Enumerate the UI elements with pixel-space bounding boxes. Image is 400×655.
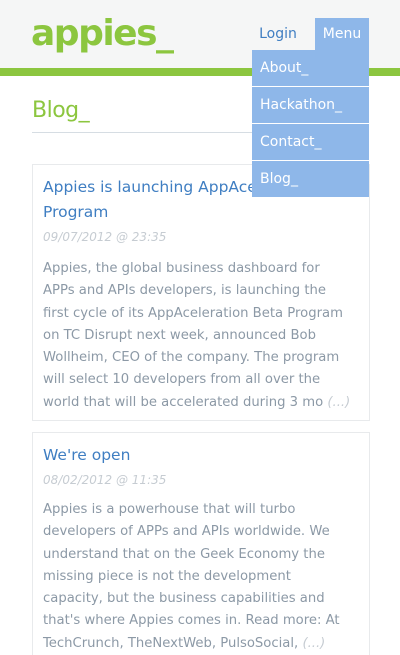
- post-date: 08/02/2012 @ 11:35: [43, 473, 167, 487]
- menu-item-contact[interactable]: Contact_: [252, 124, 369, 160]
- excerpt-line: capacity, but the business capabilities …: [43, 591, 325, 607]
- excerpt-line: Wollheim, CEO of the company. The progra…: [43, 350, 340, 366]
- post-title-link[interactable]: We're open: [43, 443, 369, 467]
- excerpt-text: world that will be accelerated during 3 …: [43, 394, 324, 410]
- excerpt-line: missing piece is not the development: [43, 568, 291, 584]
- menu-item-about[interactable]: About_: [252, 50, 369, 86]
- page-title: Blog_: [32, 98, 90, 123]
- site-logo[interactable]: appies_: [31, 12, 174, 56]
- excerpt-line: that's where Appies comes in. Read more:…: [43, 613, 340, 629]
- blog-post-card: Appies is launching AppAceleration Beta …: [32, 164, 370, 421]
- excerpt-line: developers of APPs and APIs worldwide. W…: [43, 524, 330, 540]
- post-excerpt: Appies is a powerhouse that will turbo d…: [43, 499, 367, 655]
- excerpt-line: first cycle of its AppAceleration Beta P…: [43, 305, 343, 321]
- excerpt-line: TechCrunch, TheNextWeb, PulsoSocial, (..…: [43, 633, 367, 655]
- excerpt-line: Appies is a powerhouse that will turbo: [43, 502, 296, 517]
- excerpt-line: APPs and APIs developers, is launching t…: [43, 283, 327, 299]
- read-more-link[interactable]: (...): [327, 395, 350, 410]
- nav-dropdown-menu: About_ Hackathon_ Contact_ Blog_: [252, 50, 369, 198]
- menu-button[interactable]: Menu: [315, 18, 369, 50]
- post-title-link-cont[interactable]: Program: [43, 200, 369, 224]
- blog-post-card: We're open 08/02/2012 @ 11:35 Appies is …: [32, 432, 370, 655]
- excerpt-text: TechCrunch, TheNextWeb, PulsoSocial,: [43, 635, 299, 651]
- excerpt-line: world that will be accelerated during 3 …: [43, 392, 367, 414]
- menu-item-blog[interactable]: Blog_: [252, 161, 369, 197]
- excerpt-line: Appies, the global business dashboard fo…: [43, 261, 320, 276]
- menu-item-hackathon[interactable]: Hackathon_: [252, 87, 369, 123]
- excerpt-line: understand that on the Geek Economy the: [43, 546, 325, 562]
- excerpt-line: on TC Disrupt next week, announced Bob: [43, 327, 316, 343]
- excerpt-line: will select 10 developers from all over …: [43, 372, 321, 388]
- login-link[interactable]: Login: [252, 18, 304, 50]
- read-more-link[interactable]: (...): [302, 636, 325, 651]
- post-excerpt: Appies, the global business dashboard fo…: [43, 258, 367, 414]
- post-date: 09/07/2012 @ 23:35: [43, 230, 167, 244]
